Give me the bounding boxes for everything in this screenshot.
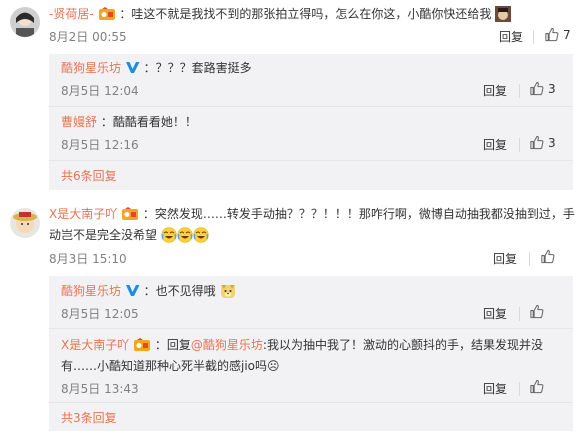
- verified-v-icon: [125, 62, 140, 73]
- more-replies-link[interactable]: 共6条回复: [61, 167, 117, 184]
- thumbs-up-icon: [541, 249, 555, 264]
- vip-badge-icon: [121, 207, 139, 227]
- comment-text-line2: 动岂不是完全没希望: [49, 225, 209, 245]
- crying-laugh-emoji: [193, 227, 209, 243]
- reply-text: 曹嫚舒 ：酷酷看看她！！: [61, 112, 197, 132]
- reply-item: 酷狗星乐坊 ：？？？套路害挺多 8月5日 12:04 回复 3: [49, 54, 573, 106]
- like-button[interactable]: [540, 249, 559, 264]
- comment-item: -贤荷居- ：哇这不就是我找不到的那张拍立得吗，怎么在你这，小酷你快还给我 8月…: [0, 0, 581, 190]
- thumbs-up-icon: [530, 81, 544, 96]
- like-count: 3: [548, 135, 556, 150]
- comment-item: X是大南子吖 ：突然发现……转发手动抽？？？！！！那咋行啊，微博自动抽我都没抽到…: [0, 190, 581, 441]
- divider: [49, 402, 573, 403]
- divider: [519, 382, 520, 396]
- crying-laugh-emoji: [161, 227, 177, 243]
- avatar-sticker-emoji: [495, 6, 512, 22]
- reply-text: 酷狗星乐坊 ：？？？套路害挺多: [61, 58, 252, 78]
- reply-username[interactable]: 曹嫚舒: [61, 115, 97, 129]
- avatar[interactable]: [10, 7, 40, 37]
- divider: [519, 84, 520, 98]
- comment-body: ：哇这不就是我找不到的那张拍立得吗，怎么在你这，小酷你快还给我: [119, 7, 492, 21]
- reply-time: 8月5日 12:04: [61, 84, 139, 98]
- divider: [519, 307, 520, 321]
- like-count: 7: [563, 27, 571, 42]
- reply-item: 曹嫚舒 ：酷酷看看她！！ 8月5日 12:16 回复 3: [49, 107, 573, 159]
- reply-item: 酷狗星乐坊 ：也不见得哦 8月5日 12:05 回复: [49, 276, 573, 328]
- crying-laugh-emoji: [177, 227, 193, 243]
- reply-body: ：酷酷看看她！！: [100, 115, 197, 129]
- comment-text: -贤荷居- ：哇这不就是我找不到的那张拍立得吗，怎么在你这，小酷你快还给我: [49, 4, 512, 27]
- vip-badge-icon: [133, 338, 151, 358]
- like-count: 3: [548, 81, 556, 96]
- reply-body-prefix: ：回复: [154, 338, 191, 352]
- divider: [533, 30, 534, 44]
- reply-list: 酷狗星乐坊 ：？？？套路害挺多 8月5日 12:04 回复 3 曹嫚舒 ：酷酷看…: [49, 54, 573, 190]
- reply-username[interactable]: 酷狗星乐坊: [61, 61, 121, 75]
- like-button[interactable]: 7: [544, 27, 571, 42]
- reply-text-line2: 有……小酷知道那种心死半截的感jio吗☹: [61, 356, 280, 376]
- like-button[interactable]: 3: [529, 81, 556, 96]
- comment-text: X是大南子吖 ：突然发现……转发手动抽？？？！！！那咋行啊，微博自动抽我都没抽到…: [49, 204, 575, 227]
- reply-time: 8月5日 12:05: [61, 307, 139, 321]
- thumbs-up-icon: [530, 135, 544, 150]
- more-replies-link[interactable]: 共3条回复: [61, 409, 117, 426]
- divider: [519, 138, 520, 152]
- reply-body: ：也不见得哦: [143, 284, 216, 298]
- reply-button[interactable]: 回复: [483, 82, 507, 99]
- like-button[interactable]: 3: [529, 135, 556, 150]
- comment-body: ：突然发现……转发手动抽？？？！！！那咋行啊，微博自动抽我都没抽到过，手: [142, 207, 575, 221]
- reply-body: ：？？？套路害挺多: [143, 61, 252, 75]
- avatar[interactable]: [10, 208, 40, 238]
- reply-button[interactable]: 回复: [483, 305, 507, 322]
- reply-button[interactable]: 回复: [483, 380, 507, 397]
- reply-text: 酷狗星乐坊 ：也不见得哦: [61, 281, 236, 301]
- divider: [49, 160, 573, 161]
- vip-badge-icon: [98, 7, 116, 27]
- comment-username[interactable]: X是大南子吖: [49, 207, 117, 221]
- reply-time: 8月5日 12:16: [61, 138, 139, 152]
- reply-body: :我以为抽中我了！激动的心颤抖的手，结果发现并没: [262, 338, 543, 352]
- comment-username[interactable]: -贤荷居-: [49, 7, 94, 21]
- reply-list: 酷狗星乐坊 ：也不见得哦 8月5日 12:05 回复 X是大南子吖 ：回复@酷狗…: [49, 276, 573, 431]
- like-button[interactable]: [529, 304, 548, 319]
- thumbs-up-icon: [530, 304, 544, 319]
- thumbs-up-icon: [530, 379, 544, 394]
- reply-text: X是大南子吖 ：回复@酷狗星乐坊:我以为抽中我了！激动的心颤抖的手，结果发现并没: [61, 335, 543, 358]
- verified-v-icon: [125, 285, 140, 296]
- reply-item: X是大南子吖 ：回复@酷狗星乐坊:我以为抽中我了！激动的心颤抖的手，结果发现并没…: [49, 329, 573, 401]
- doge-emoji: [220, 283, 236, 299]
- divider: [529, 252, 530, 266]
- reply-time: 8月5日 13:43: [61, 382, 139, 396]
- reply-body: 有……小酷知道那种心死半截的感jio吗☹: [61, 359, 280, 373]
- mention-link[interactable]: @酷狗星乐坊: [191, 338, 263, 352]
- like-button[interactable]: [529, 379, 548, 394]
- reply-username[interactable]: X是大南子吖: [61, 338, 129, 352]
- reply-button[interactable]: 回复: [499, 28, 523, 45]
- reply-button[interactable]: 回复: [483, 136, 507, 153]
- comment-body: 动岂不是完全没希望: [49, 228, 158, 242]
- comment-time: 8月3日 15:10: [49, 252, 127, 266]
- thumbs-up-icon: [545, 27, 559, 42]
- reply-button[interactable]: 回复: [493, 250, 517, 267]
- comment-time: 8月2日 00:55: [49, 30, 127, 44]
- reply-username[interactable]: 酷狗星乐坊: [61, 284, 121, 298]
